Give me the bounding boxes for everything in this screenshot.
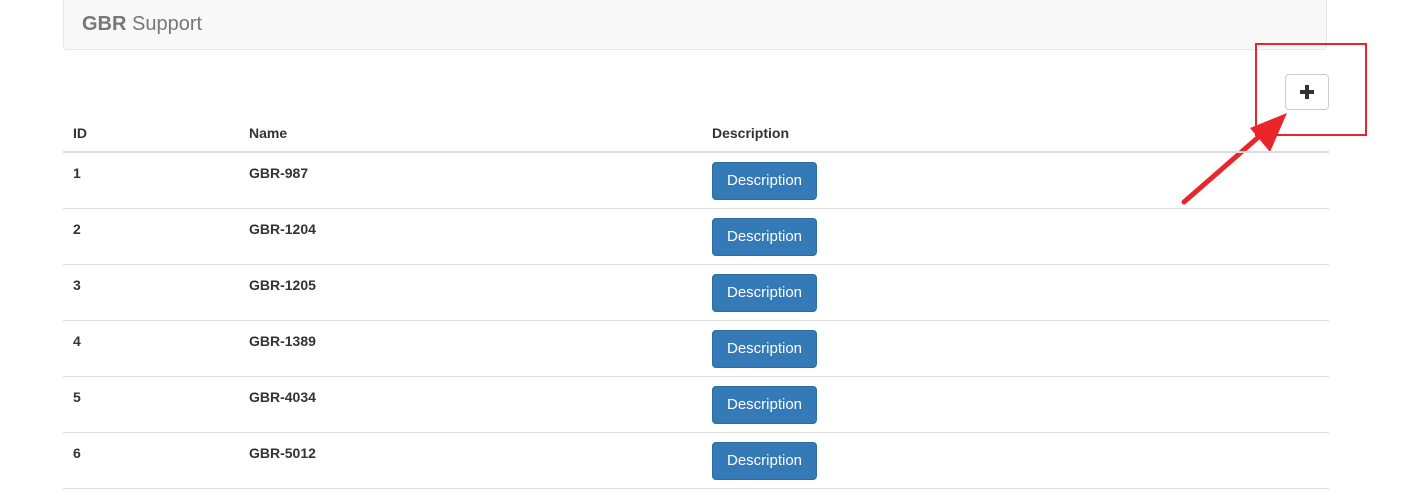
header-name: Name (239, 113, 702, 153)
cell-id: 6 (63, 432, 239, 489)
cell-name: GBR-1205 (239, 264, 702, 321)
table-row: 1 GBR-987 Description (63, 152, 1329, 209)
cell-id: 3 (63, 264, 239, 321)
table-row: 2 GBR-1204 Description (63, 208, 1329, 265)
description-button[interactable]: Description (712, 162, 818, 200)
plus-icon (1300, 85, 1314, 99)
navbar-brand[interactable]: GBR Support (82, 12, 202, 36)
table-header-row: ID Name Description (63, 113, 1329, 153)
header-id: ID (63, 113, 239, 153)
description-button[interactable]: Description (712, 442, 818, 480)
cell-name: GBR-1389 (239, 320, 702, 377)
header-description: Description (702, 113, 1329, 153)
table-row: 4 GBR-1389 Description (63, 320, 1329, 377)
description-button[interactable]: Description (712, 274, 818, 312)
cell-description: Description (702, 320, 1329, 377)
cell-name: GBR-4034 (239, 376, 702, 433)
description-button[interactable]: Description (712, 386, 818, 424)
description-button[interactable]: Description (712, 218, 818, 256)
cell-id: 2 (63, 208, 239, 265)
items-table: ID Name Description 1 GBR-987 Descriptio… (63, 113, 1329, 489)
cell-description: Description (702, 152, 1329, 209)
table-row: 3 GBR-1205 Description (63, 264, 1329, 321)
cell-description: Description (702, 432, 1329, 489)
brand-bold-text: GBR (82, 13, 127, 35)
cell-description: Description (702, 376, 1329, 433)
table-row: 6 GBR-5012 Description (63, 432, 1329, 489)
cell-name: GBR-5012 (239, 432, 702, 489)
cell-description: Description (702, 208, 1329, 265)
cell-name: GBR-1204 (239, 208, 702, 265)
table-row: 5 GBR-4034 Description (63, 376, 1329, 433)
brand-rest-text: Support (132, 13, 203, 35)
cell-id: 4 (63, 320, 239, 377)
cell-name: GBR-987 (239, 152, 702, 209)
navbar: GBR Support (63, 0, 1327, 50)
cell-id: 1 (63, 152, 239, 209)
cell-description: Description (702, 264, 1329, 321)
add-button[interactable] (1285, 74, 1329, 110)
cell-id: 5 (63, 376, 239, 433)
description-button[interactable]: Description (712, 330, 818, 368)
